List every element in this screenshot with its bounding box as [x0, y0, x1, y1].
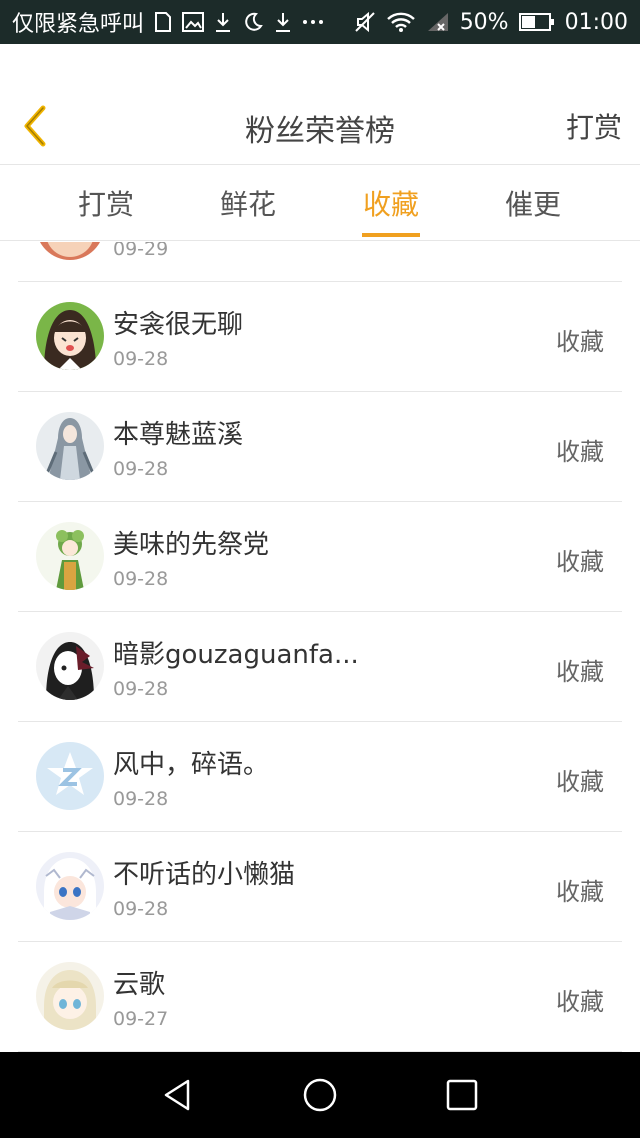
header: 粉丝荣誉榜 打赏: [0, 44, 640, 165]
row-action-label: 收藏: [556, 328, 604, 356]
tab-update-urge[interactable]: 催更: [463, 165, 603, 241]
user-name: 本尊魅蓝溪: [113, 420, 244, 450]
nav-home-button[interactable]: [302, 1077, 338, 1113]
moon-icon: [242, 10, 264, 34]
user-name: 美味的先祭党: [113, 530, 270, 560]
square-recents-icon: [446, 1079, 478, 1111]
favorite-date: 09-28: [113, 898, 169, 920]
list-item[interactable]: 美味的先祭党 09-28 收藏: [18, 502, 622, 612]
download-icon: [214, 10, 232, 34]
user-name: 风中，碎语。: [113, 750, 270, 780]
list-item[interactable]: 暗影gouzaguanfa... 09-28 收藏: [18, 612, 622, 722]
signal-icon: [426, 10, 450, 34]
status-right: 50% 01:00: [354, 10, 628, 35]
avatar: [36, 632, 104, 700]
favorite-date: 09-28: [113, 348, 169, 370]
favorite-date: 09-29: [113, 242, 169, 260]
system-nav-bar: [0, 1052, 640, 1138]
status-time: 01:00: [564, 9, 628, 35]
download-icon-2: [274, 10, 292, 34]
row-action-label: 收藏: [556, 658, 604, 686]
user-name: 暗影gouzaguanfa...: [113, 640, 359, 670]
favorite-date: 09-28: [113, 458, 169, 480]
more-icon: [302, 10, 324, 34]
image-icon: [182, 10, 205, 34]
user-name: 安衾很无聊: [113, 310, 244, 340]
avatar: [36, 852, 104, 920]
list-item[interactable]: 风中，碎语。 09-28 收藏: [18, 722, 622, 832]
status-left: 仅限紧急呼叫: [12, 6, 354, 38]
favorite-date: 09-28: [113, 788, 169, 810]
list-item[interactable]: 云歌 09-27 收藏: [18, 942, 622, 1052]
carrier-text: 仅限紧急呼叫: [12, 12, 145, 37]
avatar: [36, 302, 104, 370]
avatar: [36, 742, 104, 810]
favorite-date: 09-27: [113, 1008, 169, 1030]
list-item[interactable]: 安衾很无聊 09-28 收藏: [18, 282, 622, 392]
row-action-label: 收藏: [556, 438, 604, 466]
mute-icon: [354, 10, 376, 34]
user-name: 云歌: [113, 970, 166, 1000]
tab-flowers[interactable]: 鲜花: [178, 165, 318, 241]
circle-home-icon: [303, 1078, 337, 1112]
list-item[interactable]: 本尊魅蓝溪 09-28 收藏: [18, 392, 622, 502]
battery-icon: [518, 10, 555, 34]
tab-bar: 打赏 鲜花 收藏 催更: [0, 165, 640, 241]
tab-favorites[interactable]: 收藏: [321, 165, 461, 241]
nav-recents-button[interactable]: [444, 1077, 480, 1113]
reward-button[interactable]: 打赏: [566, 106, 622, 146]
avatar: [36, 522, 104, 590]
nav-back-button[interactable]: [160, 1077, 196, 1113]
favorite-date: 09-28: [113, 678, 169, 700]
wifi-icon: [386, 10, 416, 34]
sim-icon: [154, 10, 172, 34]
page-title: 粉丝荣誉榜: [245, 114, 395, 149]
status-bar: 仅限紧急呼叫 50% 01:00: [0, 0, 640, 44]
user-name: 不听话的小懒猫: [113, 860, 296, 890]
avatar: [36, 242, 104, 260]
list-item[interactable]: 不听话的小懒猫 09-28 收藏: [18, 832, 622, 942]
tab-reward[interactable]: 打赏: [36, 165, 176, 241]
fan-list: 09-29 安衾很无聊 09-28 收藏 本尊魅蓝溪 09-28 收藏 美味的先…: [0, 242, 640, 1052]
row-action-label: 收藏: [556, 768, 604, 796]
battery-percent: 50%: [459, 9, 509, 35]
favorite-date: 09-28: [113, 568, 169, 590]
list-item[interactable]: 09-29: [18, 242, 622, 282]
triangle-back-icon: [164, 1079, 190, 1111]
row-action-label: 收藏: [556, 988, 604, 1016]
row-action-label: 收藏: [556, 548, 604, 576]
avatar: [36, 412, 104, 480]
row-action-label: 收藏: [556, 878, 604, 906]
avatar: [36, 962, 104, 1030]
